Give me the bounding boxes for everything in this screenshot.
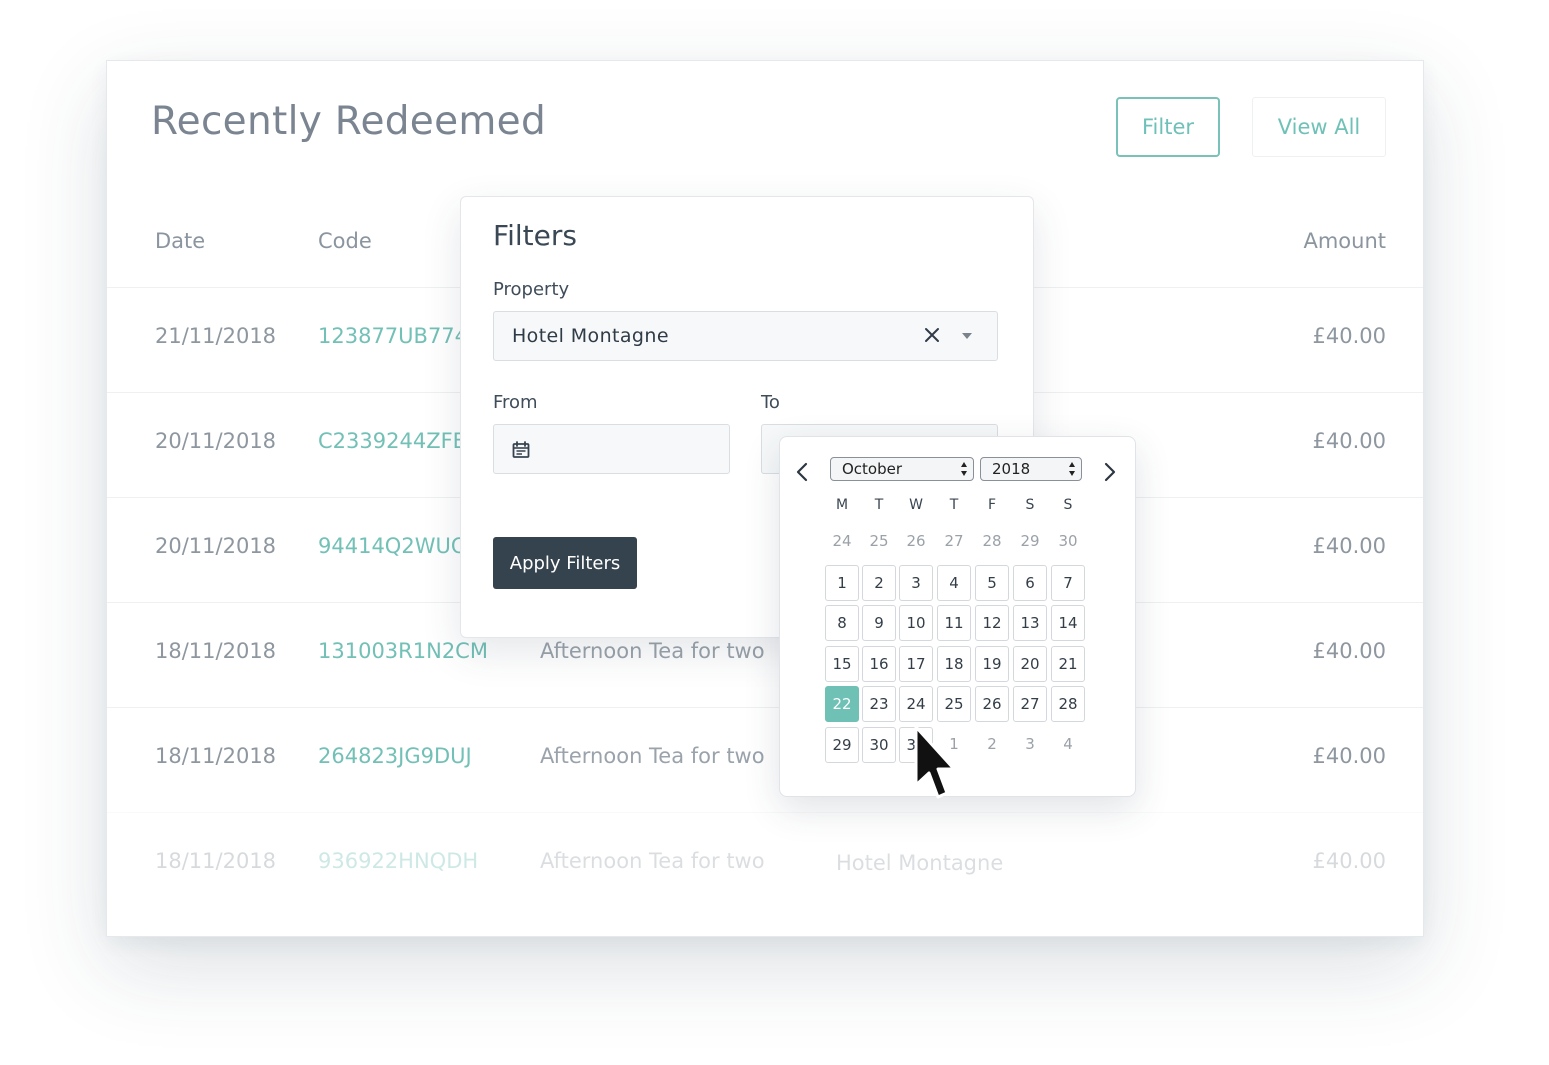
calendar-day[interactable]: 5 [975, 565, 1009, 601]
calendar-day[interactable]: 17 [899, 646, 933, 682]
row-property: Hotel Montagne [836, 851, 1004, 875]
weekday-label: T [949, 497, 959, 513]
calendar-day[interactable]: 21 [1051, 646, 1085, 682]
calendar-day[interactable]: 11 [937, 605, 971, 641]
weekday-label: F [987, 497, 997, 513]
property-select[interactable]: Hotel Montagne [493, 311, 998, 361]
date-picker-calendar: October 2018 MTWTFSS 24 25 26 27 28 29 30 1 2 3 4 5… [779, 436, 1136, 797]
row-code-link[interactable]: 131003R1N2CM [318, 639, 488, 663]
row-code-link[interactable]: 264823JG9DUJ [318, 744, 472, 768]
row-code-link[interactable]: 936922HNQDH [318, 849, 478, 873]
year-select-value: 2018 [992, 460, 1031, 478]
calendar-day[interactable]: 4 [937, 565, 971, 601]
to-label: To [761, 392, 780, 413]
row-code-link[interactable]: 94414Q2WUQ [318, 534, 467, 558]
apply-filters-button[interactable]: Apply Filters [493, 537, 637, 589]
calendar-day[interactable]: 16 [862, 646, 896, 682]
chevron-right-icon[interactable] [1100, 461, 1120, 483]
clear-icon[interactable] [922, 325, 942, 345]
from-label: From [493, 392, 538, 413]
row-date: 18/11/2018 [155, 744, 277, 768]
calendar-day[interactable]: 1 [825, 565, 859, 601]
calendar-day[interactable]: 27 [1013, 686, 1047, 722]
row-date: 20/11/2018 [155, 534, 277, 558]
column-header-amount: Amount [1303, 229, 1386, 253]
calendar-day[interactable]: 14 [1051, 605, 1085, 641]
calendar-day[interactable]: 28 [1051, 686, 1085, 722]
row-amount: £40.00 [1312, 849, 1386, 873]
calendar-day[interactable]: 22 [825, 686, 859, 722]
property-select-value: Hotel Montagne [512, 325, 669, 347]
calendar-day[interactable]: 30 [862, 727, 896, 763]
calendar-day-outside-month: 3 [1025, 735, 1035, 753]
calendar-day[interactable]: 3 [899, 565, 933, 601]
calendar-day[interactable]: 9 [862, 605, 896, 641]
row-amount: £40.00 [1312, 324, 1386, 348]
row-product: Afternoon Tea for two [540, 849, 765, 873]
row-date: 18/11/2018 [155, 639, 277, 663]
mouse-cursor-icon [914, 725, 952, 799]
calendar-day[interactable]: 23 [862, 686, 896, 722]
calendar-day-outside-month: 25 [869, 532, 889, 550]
chevron-left-icon[interactable] [792, 461, 812, 483]
calendar-day-outside-month: 2 [987, 735, 997, 753]
chevron-down-icon[interactable] [962, 333, 972, 339]
select-arrows-icon [1069, 461, 1076, 477]
calendar-day[interactable]: 13 [1013, 605, 1047, 641]
weekday-label: S [1063, 497, 1073, 513]
calendar-day[interactable]: 6 [1013, 565, 1047, 601]
calendar-day[interactable]: 10 [899, 605, 933, 641]
calendar-day-outside-month: 30 [1058, 532, 1078, 550]
column-header-code: Code [318, 229, 372, 253]
calendar-day[interactable]: 2 [862, 565, 896, 601]
calendar-icon [512, 441, 530, 458]
calendar-day-outside-month: 26 [906, 532, 926, 550]
from-date-input[interactable] [493, 424, 730, 474]
calendar-day-outside-month: 24 [832, 532, 852, 550]
filter-button[interactable]: Filter [1116, 97, 1220, 157]
row-product: Afternoon Tea for two [540, 639, 765, 663]
select-arrows-icon [961, 461, 968, 477]
weekday-label: S [1025, 497, 1035, 513]
filters-title: Filters [493, 219, 577, 252]
column-header-date: Date [155, 229, 206, 253]
card-title: Recently Redeemed [151, 99, 547, 144]
year-select[interactable]: 2018 [980, 457, 1082, 481]
calendar-day-outside-month: 28 [982, 532, 1002, 550]
row-product: Afternoon Tea for two [540, 744, 765, 768]
row-amount: £40.00 [1312, 534, 1386, 558]
row-amount: £40.00 [1312, 639, 1386, 663]
calendar-day[interactable]: 26 [975, 686, 1009, 722]
calendar-day[interactable]: 29 [825, 727, 859, 763]
row-code-link[interactable]: C2339244ZFEI [318, 429, 472, 453]
row-date: 20/11/2018 [155, 429, 277, 453]
calendar-day-outside-month: 4 [1063, 735, 1073, 753]
month-select[interactable]: October [830, 457, 974, 481]
calendar-day[interactable]: 24 [899, 686, 933, 722]
row-code-link[interactable]: 123877UB774 [318, 324, 468, 348]
property-label: Property [493, 279, 570, 300]
calendar-day[interactable]: 19 [975, 646, 1009, 682]
calendar-day-outside-month: 27 [944, 532, 964, 550]
calendar-day[interactable]: 15 [825, 646, 859, 682]
weekday-label: T [874, 497, 884, 513]
calendar-day[interactable]: 25 [937, 686, 971, 722]
calendar-day[interactable]: 12 [975, 605, 1009, 641]
row-date: 18/11/2018 [155, 849, 277, 873]
row-date: 21/11/2018 [155, 324, 277, 348]
weekday-label: W [909, 497, 923, 513]
table-row: 18/11/2018 936922HNQDH Afternoon Tea for… [107, 812, 1423, 918]
calendar-day[interactable]: 18 [937, 646, 971, 682]
table-row: 18/11/2018 264823JG9DUJ Afternoon Tea fo… [107, 707, 1423, 813]
weekday-label: M [835, 497, 849, 513]
view-all-button[interactable]: View All [1252, 97, 1386, 157]
calendar-day-outside-month: 29 [1020, 532, 1040, 550]
calendar-day[interactable]: 8 [825, 605, 859, 641]
calendar-day[interactable]: 7 [1051, 565, 1085, 601]
calendar-day[interactable]: 20 [1013, 646, 1047, 682]
row-amount: £40.00 [1312, 744, 1386, 768]
row-amount: £40.00 [1312, 429, 1386, 453]
month-select-value: October [842, 460, 903, 478]
